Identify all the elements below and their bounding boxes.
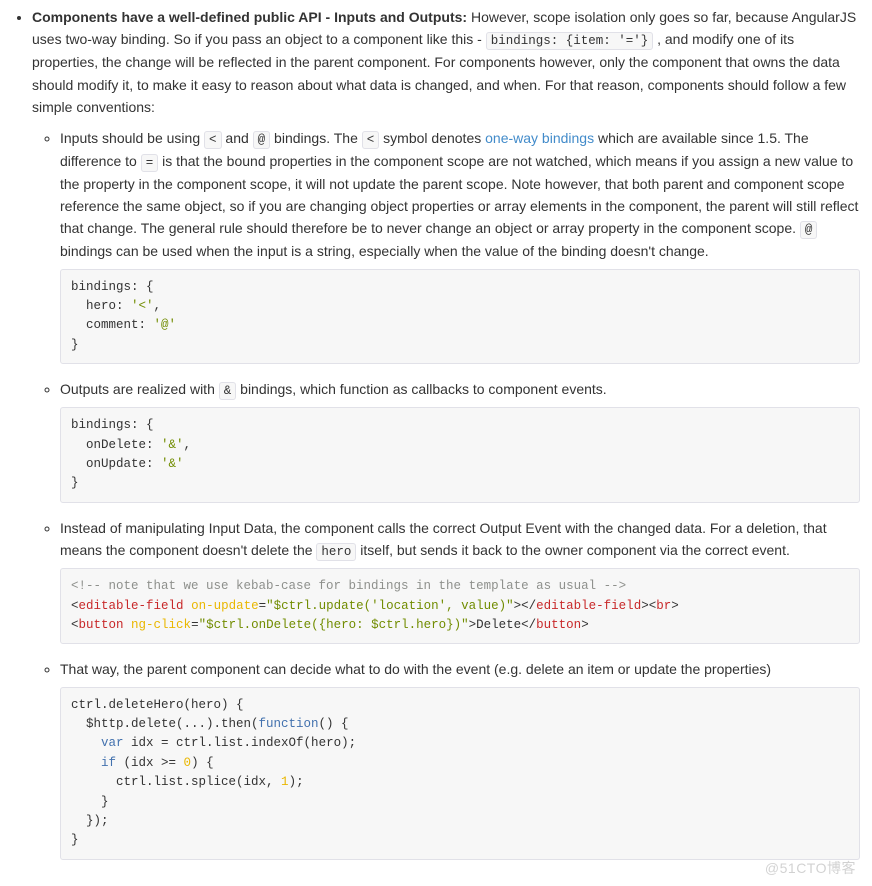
outer-list: Components have a well-defined public AP… bbox=[12, 6, 860, 860]
code-eq: = bbox=[141, 154, 159, 172]
code-lt-2: < bbox=[362, 131, 380, 149]
outputs-text: Outputs are realized with & bindings, wh… bbox=[60, 378, 860, 401]
code-outputs-bindings: bindings: { onDelete: '&', onUpdate: '&'… bbox=[60, 407, 860, 503]
page: Components have a well-defined public AP… bbox=[0, 0, 872, 886]
code-lt: < bbox=[204, 131, 222, 149]
instead-text: Instead of manipulating Input Data, the … bbox=[60, 517, 860, 562]
main-bullet: Components have a well-defined public AP… bbox=[32, 6, 860, 860]
lead-paragraph: Components have a well-defined public AP… bbox=[32, 6, 860, 119]
one-way-bindings-link[interactable]: one-way bindings bbox=[485, 130, 594, 146]
code-template: <!-- note that we use kebab-case for bin… bbox=[60, 568, 860, 644]
code-at-2: @ bbox=[800, 221, 818, 239]
item-inputs: Inputs should be using < and @ bindings.… bbox=[60, 127, 860, 365]
thatway-text: That way, the parent component can decid… bbox=[60, 658, 860, 680]
lead-inline-code: bindings: {item: '='} bbox=[486, 32, 654, 50]
inputs-text: Inputs should be using < and @ bindings.… bbox=[60, 127, 860, 263]
lead-bold: Components have a well-defined public AP… bbox=[32, 9, 467, 25]
code-amp: & bbox=[219, 382, 237, 400]
item-thatway: That way, the parent component can decid… bbox=[60, 658, 860, 859]
code-at: @ bbox=[253, 131, 271, 149]
watermark: @51CTO博客 bbox=[765, 857, 856, 879]
inner-list: Inputs should be using < and @ bindings.… bbox=[32, 127, 860, 860]
item-instead: Instead of manipulating Input Data, the … bbox=[60, 517, 860, 645]
code-ctrl: ctrl.deleteHero(hero) { $http.delete(...… bbox=[60, 687, 860, 860]
code-inputs-bindings: bindings: { hero: '<', comment: '@' } bbox=[60, 269, 860, 365]
code-hero: hero bbox=[316, 543, 356, 561]
item-outputs: Outputs are realized with & bindings, wh… bbox=[60, 378, 860, 503]
